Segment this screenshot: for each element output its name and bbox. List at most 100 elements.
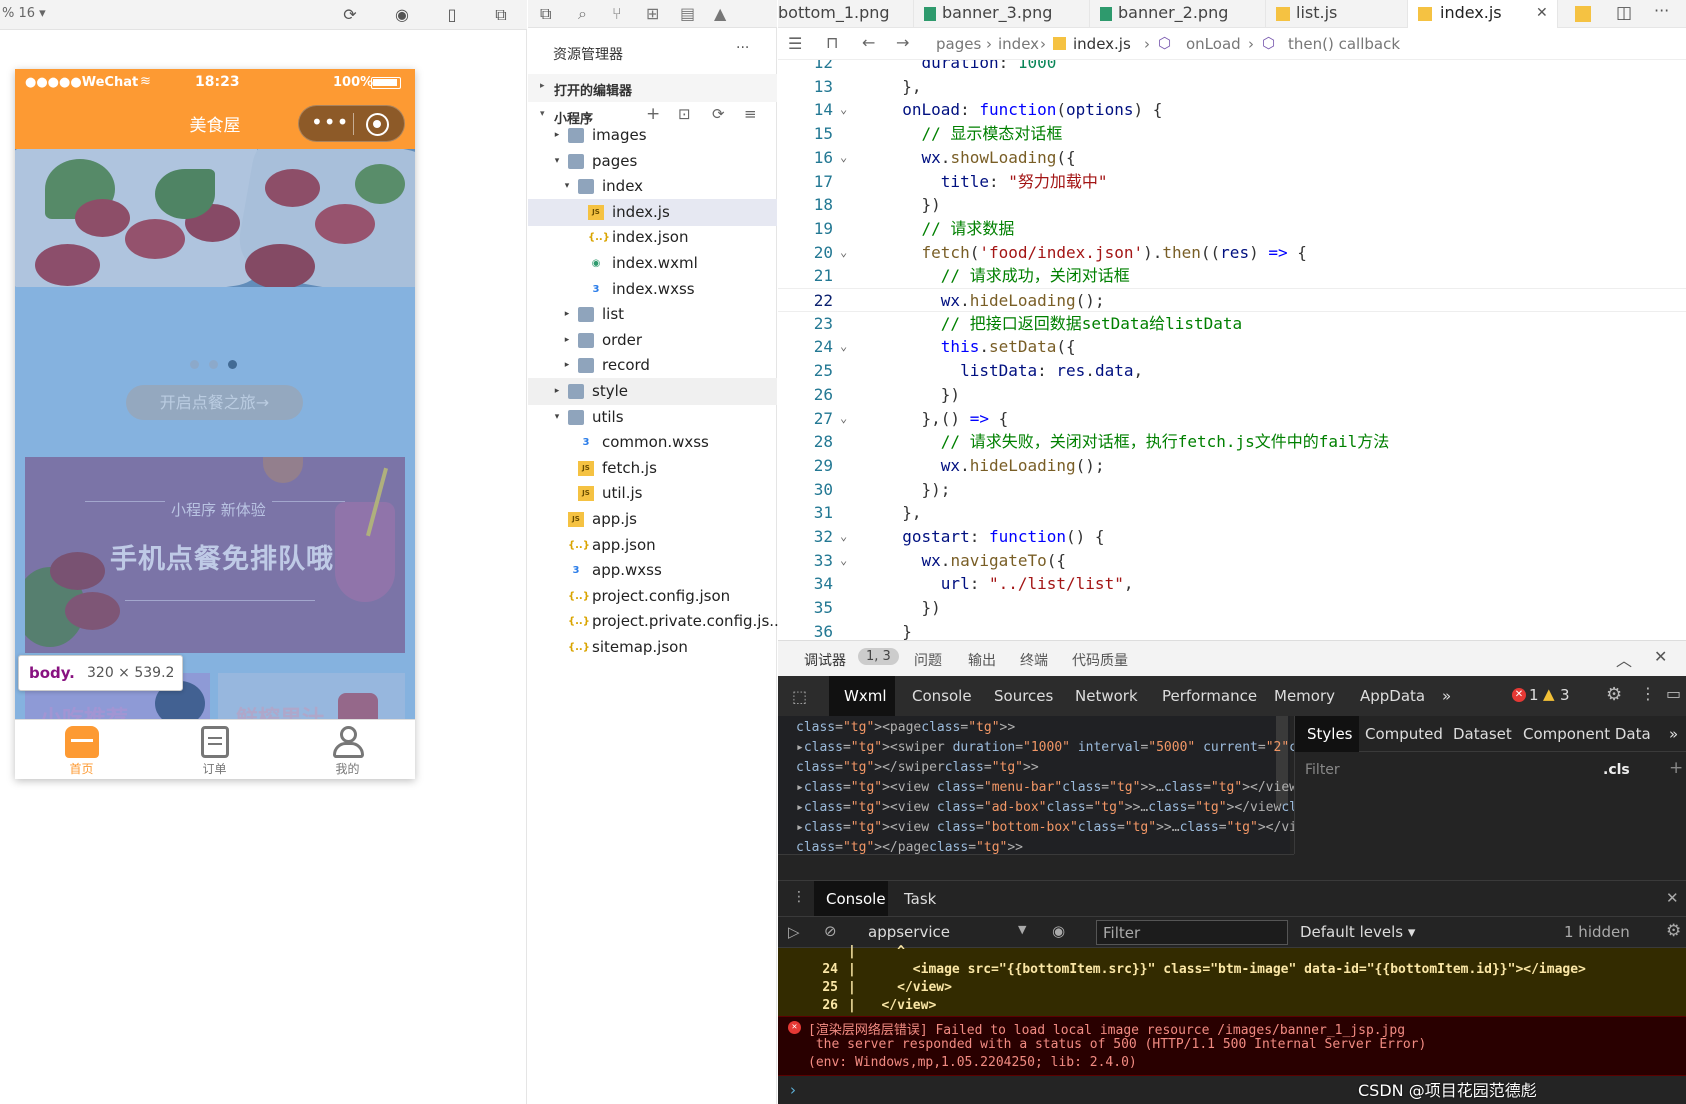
tab-banner-2[interactable]: banner_2.png	[1090, 0, 1266, 28]
tree-item[interactable]: {..} sitemap.json	[528, 634, 777, 661]
code-line[interactable]: 36 }	[778, 620, 1686, 640]
tree-item[interactable]: ▾ index	[528, 173, 777, 200]
js-file-icon[interactable]	[1575, 6, 1591, 22]
zoom-select[interactable]: % 16 ▾	[2, 6, 46, 21]
tab-console-drawer[interactable]: Console	[826, 890, 886, 908]
fold-icon[interactable]: ⌄	[840, 335, 847, 359]
eye-icon[interactable]: ◉	[1052, 922, 1065, 940]
more-actions-icon[interactable]: ···	[1654, 1, 1669, 20]
tree-item[interactable]: 3 common.wxss	[528, 429, 777, 456]
tree-item[interactable]: ▸ record	[528, 352, 777, 379]
wxml-node[interactable]: class="tg"><pageclass="tg">>	[796, 718, 1015, 738]
more-dots-icon[interactable]: •••	[311, 110, 349, 134]
code-line[interactable]: 35 })	[778, 596, 1686, 620]
fold-icon[interactable]: ⌄	[840, 525, 847, 549]
more-icon[interactable]: ···	[736, 40, 749, 56]
drawer-menu-icon[interactable]: ⋮	[792, 889, 806, 905]
tree-item[interactable]: {..} app.json	[528, 532, 777, 559]
window-icon[interactable]: ⧉	[492, 6, 510, 24]
code-line[interactable]: 25 listData: res.data,	[778, 359, 1686, 383]
tab-bottom-1[interactable]: bottom_1.png	[778, 0, 914, 28]
tab-performance[interactable]: Performance	[1162, 676, 1257, 716]
tree-item[interactable]: ▸ images	[528, 122, 777, 149]
tree-item[interactable]: ▸ list	[528, 301, 777, 328]
breadcrumb-item[interactable]: pages	[936, 35, 981, 53]
fold-icon[interactable]: ⌄	[840, 241, 847, 265]
chevron-right-icon[interactable]: ▸	[562, 352, 572, 379]
tab-task[interactable]: Task	[904, 890, 936, 908]
code-line[interactable]: 24 ⌄ this.setData({	[778, 335, 1686, 359]
code-line[interactable]: 28 // 请求失败，关闭对话框，执行fetch.js文件中的fail方法	[778, 430, 1686, 454]
start-order-button[interactable]: 开启点餐之旅→	[126, 385, 303, 420]
breadcrumb-item[interactable]: index.js	[1073, 35, 1131, 53]
terminal-tab[interactable]: 终端	[1020, 650, 1048, 670]
inspect-icon[interactable]: ⬚	[792, 687, 807, 706]
tab-index-js[interactable]: index.js ✕	[1408, 0, 1558, 28]
tree-item[interactable]: 3 app.wxss	[528, 557, 777, 584]
styles-filter-input[interactable]: Filter	[1305, 762, 1340, 778]
tree-item[interactable]: JS app.js	[528, 506, 777, 533]
fold-icon[interactable]: ⌄	[840, 407, 847, 431]
tree-item[interactable]: ◉ index.wxml	[528, 250, 777, 277]
debugger-tab[interactable]: 调试器	[804, 650, 846, 670]
tab-banner-3[interactable]: banner_3.png	[914, 0, 1090, 28]
tree-item[interactable]: ▸ order	[528, 327, 777, 354]
fold-icon[interactable]: ⌄	[840, 98, 847, 122]
new-folder-icon[interactable]: ⊡	[678, 105, 691, 123]
breadcrumb-item[interactable]: then() callback	[1288, 35, 1400, 53]
tab-computed[interactable]: Computed	[1365, 725, 1443, 743]
phone-icon[interactable]: ▯	[443, 6, 461, 24]
more-tabs-icon[interactable]: »	[1669, 725, 1678, 743]
problems-tab[interactable]: 问题	[914, 650, 942, 670]
console-filter-input[interactable]: Filter	[1096, 920, 1288, 945]
code-line[interactable]: 13 },	[778, 75, 1686, 99]
back-icon[interactable]: ←	[862, 33, 875, 52]
settings-icon[interactable]: ⚙	[1606, 684, 1622, 705]
more-tabs-icon[interactable]: »	[1442, 676, 1451, 716]
code-line[interactable]: 12 duration: 1000	[778, 60, 1686, 75]
tab-mine[interactable]: 我的	[281, 724, 414, 777]
dock-icon[interactable]: ▭	[1666, 684, 1681, 703]
close-miniprogram-icon[interactable]	[366, 113, 389, 136]
console-prompt[interactable]: ›	[790, 1081, 796, 1099]
fold-icon[interactable]: ⌄	[840, 146, 847, 170]
code-line[interactable]: 33 ⌄ wx.navigateTo({	[778, 549, 1686, 573]
sidebar-toggle-icon[interactable]: ▷	[788, 923, 800, 941]
stop-icon[interactable]: ◉	[393, 6, 411, 24]
bookmark-icon[interactable]: ⊓	[826, 33, 838, 52]
code-line[interactable]: 14 ⌄ onLoad: function(options) {	[778, 98, 1686, 122]
code-line[interactable]: 34 url: "../list/list",	[778, 572, 1686, 596]
wxml-node[interactable]: ▸class="tg"><view class="ad-box"class="t…	[796, 798, 1375, 818]
code-line[interactable]: 32 ⌄ gostart: function() {	[778, 525, 1686, 549]
close-tab-icon[interactable]: ✕	[1536, 0, 1548, 26]
bottom-card[interactable]: 鲜榨果汁	[218, 673, 405, 719]
wxml-node[interactable]: class="tg"></swiperclass="tg">>	[796, 758, 1039, 778]
code-line[interactable]: 23 // 把接口返回数据setData给listData	[778, 312, 1686, 336]
log-levels-select[interactable]: Default levels ▾	[1300, 923, 1415, 941]
clear-console-icon[interactable]: ⊘	[824, 922, 837, 940]
code-line[interactable]: 17 title: "努力加载中"	[778, 170, 1686, 194]
code-line[interactable]: 27 ⌄ },() => {	[778, 407, 1686, 431]
tree-item[interactable]: {..} project.private.config.js...	[528, 608, 784, 635]
chevron-down-icon[interactable]: ▾	[552, 404, 562, 431]
banner-swiper[interactable]	[15, 149, 415, 339]
cls-toggle[interactable]: .cls	[1603, 762, 1630, 778]
extensions-icon[interactable]: ⊞	[646, 4, 659, 23]
tab-dataset[interactable]: Dataset	[1453, 725, 1512, 743]
tree-item[interactable]: {..} project.config.json	[528, 583, 777, 610]
collapse-panel-icon[interactable]: ︿	[1616, 647, 1632, 671]
outline-icon[interactable]: ☰	[788, 34, 802, 53]
tab-wxml[interactable]: Wxml	[844, 676, 887, 716]
code-line[interactable]: 16 ⌄ wx.showLoading({	[778, 146, 1686, 170]
tree-item[interactable]: ▸ style	[528, 378, 777, 405]
refresh-icon[interactable]: ⟳	[712, 105, 725, 123]
kebab-menu-icon[interactable]: ⋮	[1640, 684, 1656, 703]
code-line[interactable]: 31 },	[778, 501, 1686, 525]
code-line[interactable]: 29 wx.hideLoading();	[778, 454, 1686, 478]
tab-component-data[interactable]: Component Data	[1523, 725, 1651, 743]
code-line[interactable]: 22 wx.hideLoading();	[778, 288, 1686, 312]
code-line[interactable]: 18 })	[778, 193, 1686, 217]
code-line[interactable]: 19 // 请求数据	[778, 217, 1686, 241]
tab-console[interactable]: Console	[912, 676, 972, 716]
tab-order[interactable]: 订单	[148, 724, 281, 777]
